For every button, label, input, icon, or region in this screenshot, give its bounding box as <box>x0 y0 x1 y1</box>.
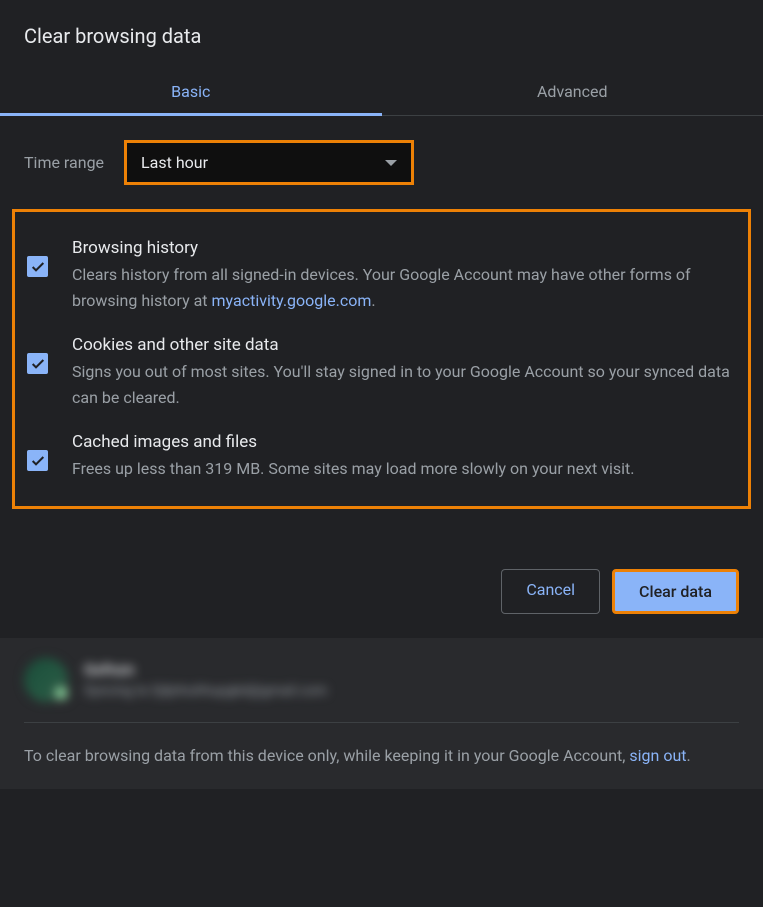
footer-text: To clear browsing data from this device … <box>24 743 739 769</box>
account-name: Gxfnzn <box>84 660 327 679</box>
sign-out-link[interactable]: sign out <box>629 746 686 765</box>
option-cookies: Cookies and other site data Signs you ou… <box>27 317 736 414</box>
avatar <box>24 658 68 702</box>
dialog-title: Clear browsing data <box>0 24 763 68</box>
checkmark-icon <box>30 453 46 469</box>
time-range-value: Last hour <box>141 153 208 172</box>
cancel-button[interactable]: Cancel <box>501 569 600 614</box>
time-range-label: Time range <box>24 153 104 172</box>
clear-browsing-data-dialog: Clear browsing data Basic Advanced Time … <box>0 0 763 789</box>
tab-advanced[interactable]: Advanced <box>382 68 763 115</box>
option-title: Browsing history <box>72 238 736 258</box>
option-text: Cookies and other site data Signs you ou… <box>72 335 736 410</box>
tab-basic[interactable]: Basic <box>0 68 382 115</box>
option-title: Cached images and files <box>72 432 736 452</box>
divider <box>24 722 739 723</box>
checkbox-cookies[interactable] <box>27 353 48 374</box>
account-email: Syncing to fjdjnhuhhupgkd@gmail.com <box>84 683 327 699</box>
account-info: Gxfnzn Syncing to fjdjnhuhhupgkd@gmail.c… <box>84 660 327 699</box>
account-row: Gxfnzn Syncing to fjdjnhuhhupgkd@gmail.c… <box>24 658 739 702</box>
myactivity-link[interactable]: myactivity.google.com <box>212 291 372 310</box>
checkbox-cache[interactable] <box>27 450 48 471</box>
clear-data-button[interactable]: Clear data <box>612 569 739 614</box>
tabs-container: Basic Advanced <box>0 68 763 116</box>
option-desc: Signs you out of most sites. You'll stay… <box>72 359 736 410</box>
option-cache: Cached images and files Frees up less th… <box>27 414 736 486</box>
option-browsing-history: Browsing history Clears history from all… <box>27 220 736 317</box>
time-range-row: Time range Last hour <box>0 116 763 209</box>
checkmark-icon <box>30 259 46 275</box>
checkmark-icon <box>30 356 46 372</box>
option-text: Browsing history Clears history from all… <box>72 238 736 313</box>
options-container: Browsing history Clears history from all… <box>12 209 751 509</box>
option-desc: Clears history from all signed-in device… <box>72 262 736 313</box>
checkbox-browsing-history[interactable] <box>27 256 48 277</box>
option-title: Cookies and other site data <box>72 335 736 355</box>
option-text: Cached images and files Frees up less th… <box>72 432 736 482</box>
button-row: Cancel Clear data <box>0 509 763 638</box>
footer: Gxfnzn Syncing to fjdjnhuhhupgkd@gmail.c… <box>0 638 763 789</box>
time-range-select[interactable]: Last hour <box>124 140 414 185</box>
chevron-down-icon <box>385 160 397 166</box>
option-desc: Frees up less than 319 MB. Some sites ma… <box>72 456 736 482</box>
